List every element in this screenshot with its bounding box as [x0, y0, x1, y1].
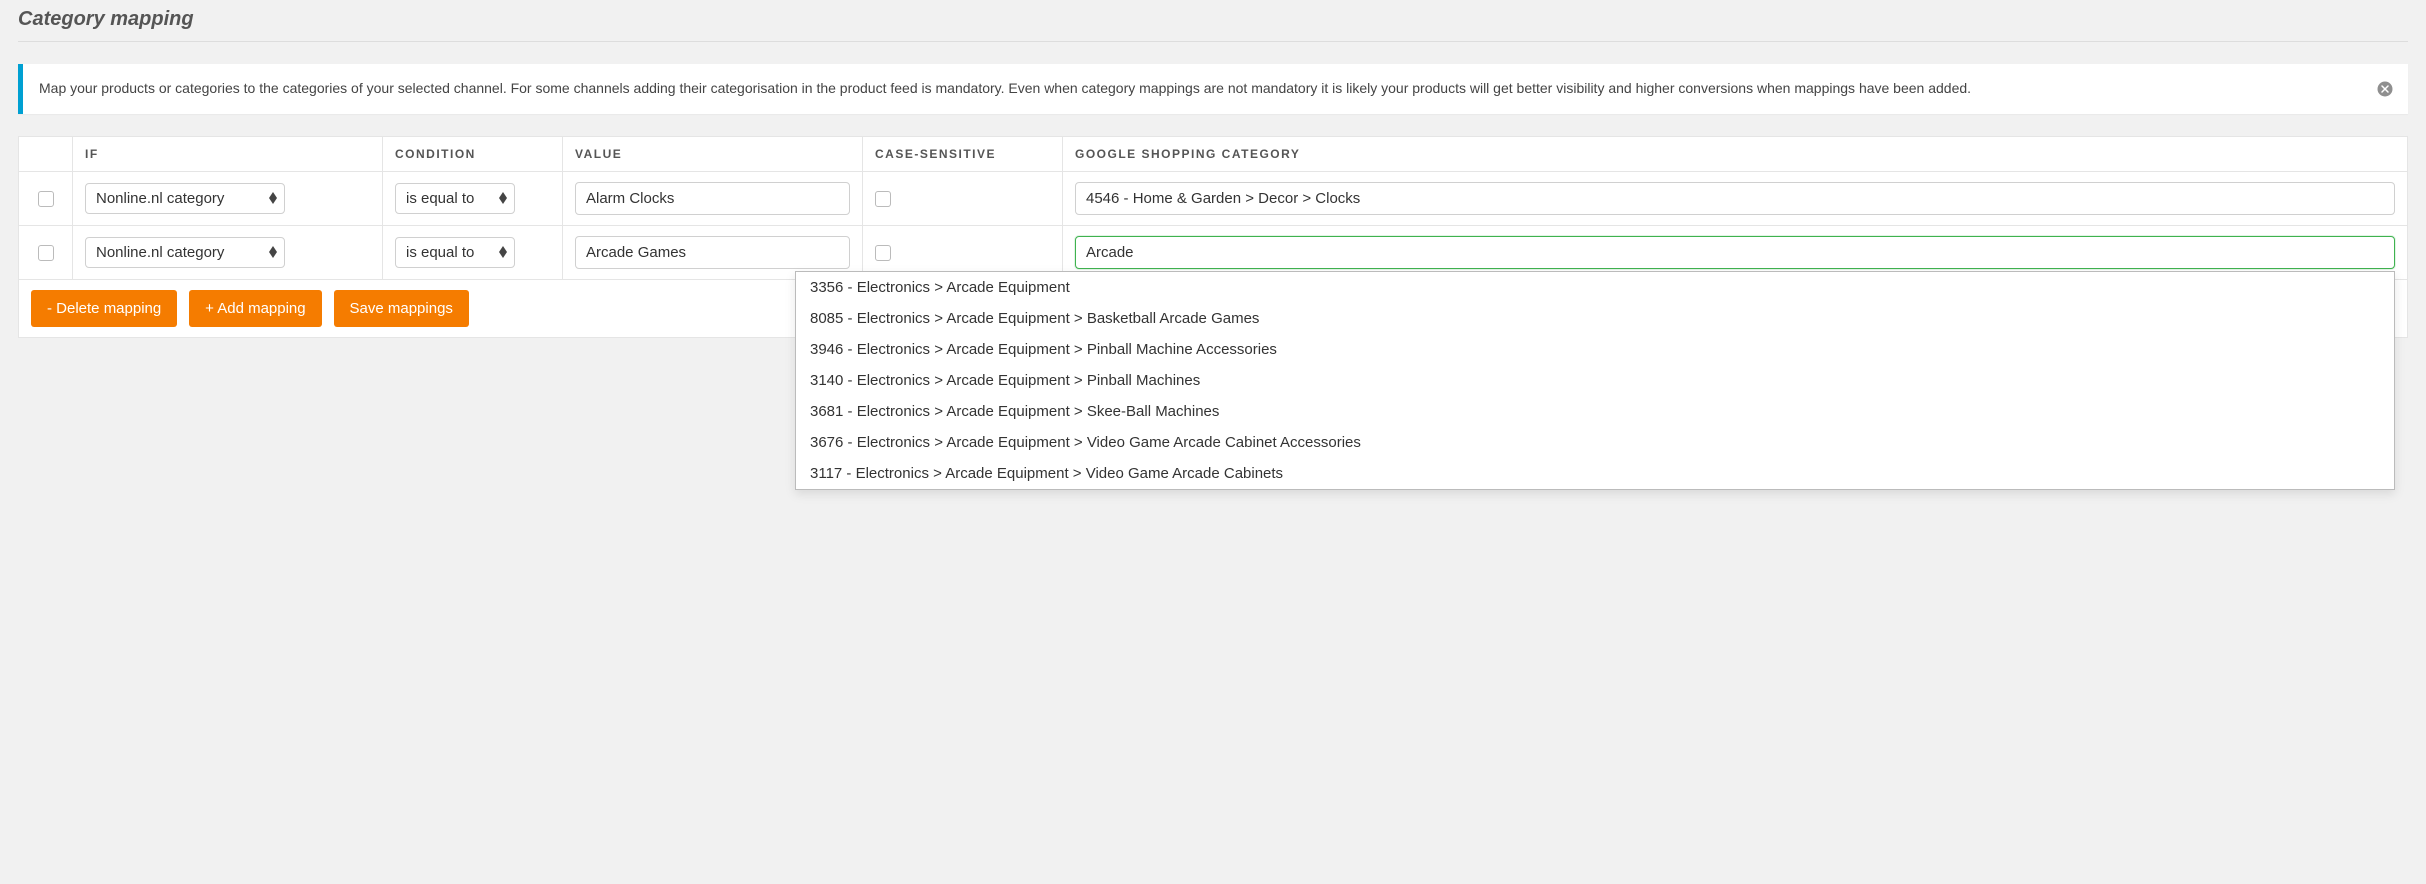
autocomplete-item[interactable]: 3140 - Electronics > Arcade Equipment > …: [796, 365, 2394, 396]
close-icon: [2376, 80, 2394, 98]
header-if: IF: [73, 136, 383, 171]
condition-select[interactable]: is equal to: [395, 237, 515, 268]
autocomplete-item[interactable]: 3356 - Electronics > Arcade Equipment: [796, 272, 2394, 303]
dismiss-alert-button[interactable]: [2374, 78, 2396, 100]
if-select[interactable]: Nonline.nl category: [85, 183, 285, 214]
condition-select[interactable]: is equal to: [395, 183, 515, 214]
case-sensitive-checkbox[interactable]: [875, 191, 891, 207]
case-sensitive-checkbox[interactable]: [875, 245, 891, 261]
gsc-input[interactable]: [1075, 182, 2395, 215]
autocomplete-item[interactable]: 3117 - Electronics > Arcade Equipment > …: [796, 458, 2394, 489]
add-mapping-button[interactable]: + Add mapping: [189, 290, 322, 327]
table-row: Nonline.nl category is equal to: [19, 171, 2408, 225]
autocomplete-item[interactable]: 3681 - Electronics > Arcade Equipment > …: [796, 396, 2394, 427]
gsc-input[interactable]: [1075, 236, 2395, 269]
header-checkbox-col: [19, 136, 73, 171]
info-alert-text: Map your products or categories to the c…: [39, 80, 1971, 96]
row-checkbox[interactable]: [38, 191, 54, 207]
gsc-autocomplete-dropdown: 3356 - Electronics > Arcade Equipment 80…: [795, 271, 2395, 490]
page-title: Category mapping: [18, 0, 2408, 42]
autocomplete-item[interactable]: 8085 - Electronics > Arcade Equipment > …: [796, 303, 2394, 334]
header-value: VALUE: [563, 136, 863, 171]
header-gsc: GOOGLE SHOPPING CATEGORY: [1063, 136, 2408, 171]
value-input[interactable]: [575, 182, 850, 215]
save-mappings-button[interactable]: Save mappings: [334, 290, 469, 327]
autocomplete-item[interactable]: 3676 - Electronics > Arcade Equipment > …: [796, 427, 2394, 458]
delete-mapping-button[interactable]: - Delete mapping: [31, 290, 177, 327]
autocomplete-item[interactable]: 3946 - Electronics > Arcade Equipment > …: [796, 334, 2394, 365]
header-condition: CONDITION: [383, 136, 563, 171]
value-input[interactable]: [575, 236, 850, 269]
row-checkbox[interactable]: [38, 245, 54, 261]
if-select[interactable]: Nonline.nl category: [85, 237, 285, 268]
header-case-sensitive: CASE-SENSITIVE: [863, 136, 1063, 171]
info-alert: Map your products or categories to the c…: [18, 64, 2408, 114]
